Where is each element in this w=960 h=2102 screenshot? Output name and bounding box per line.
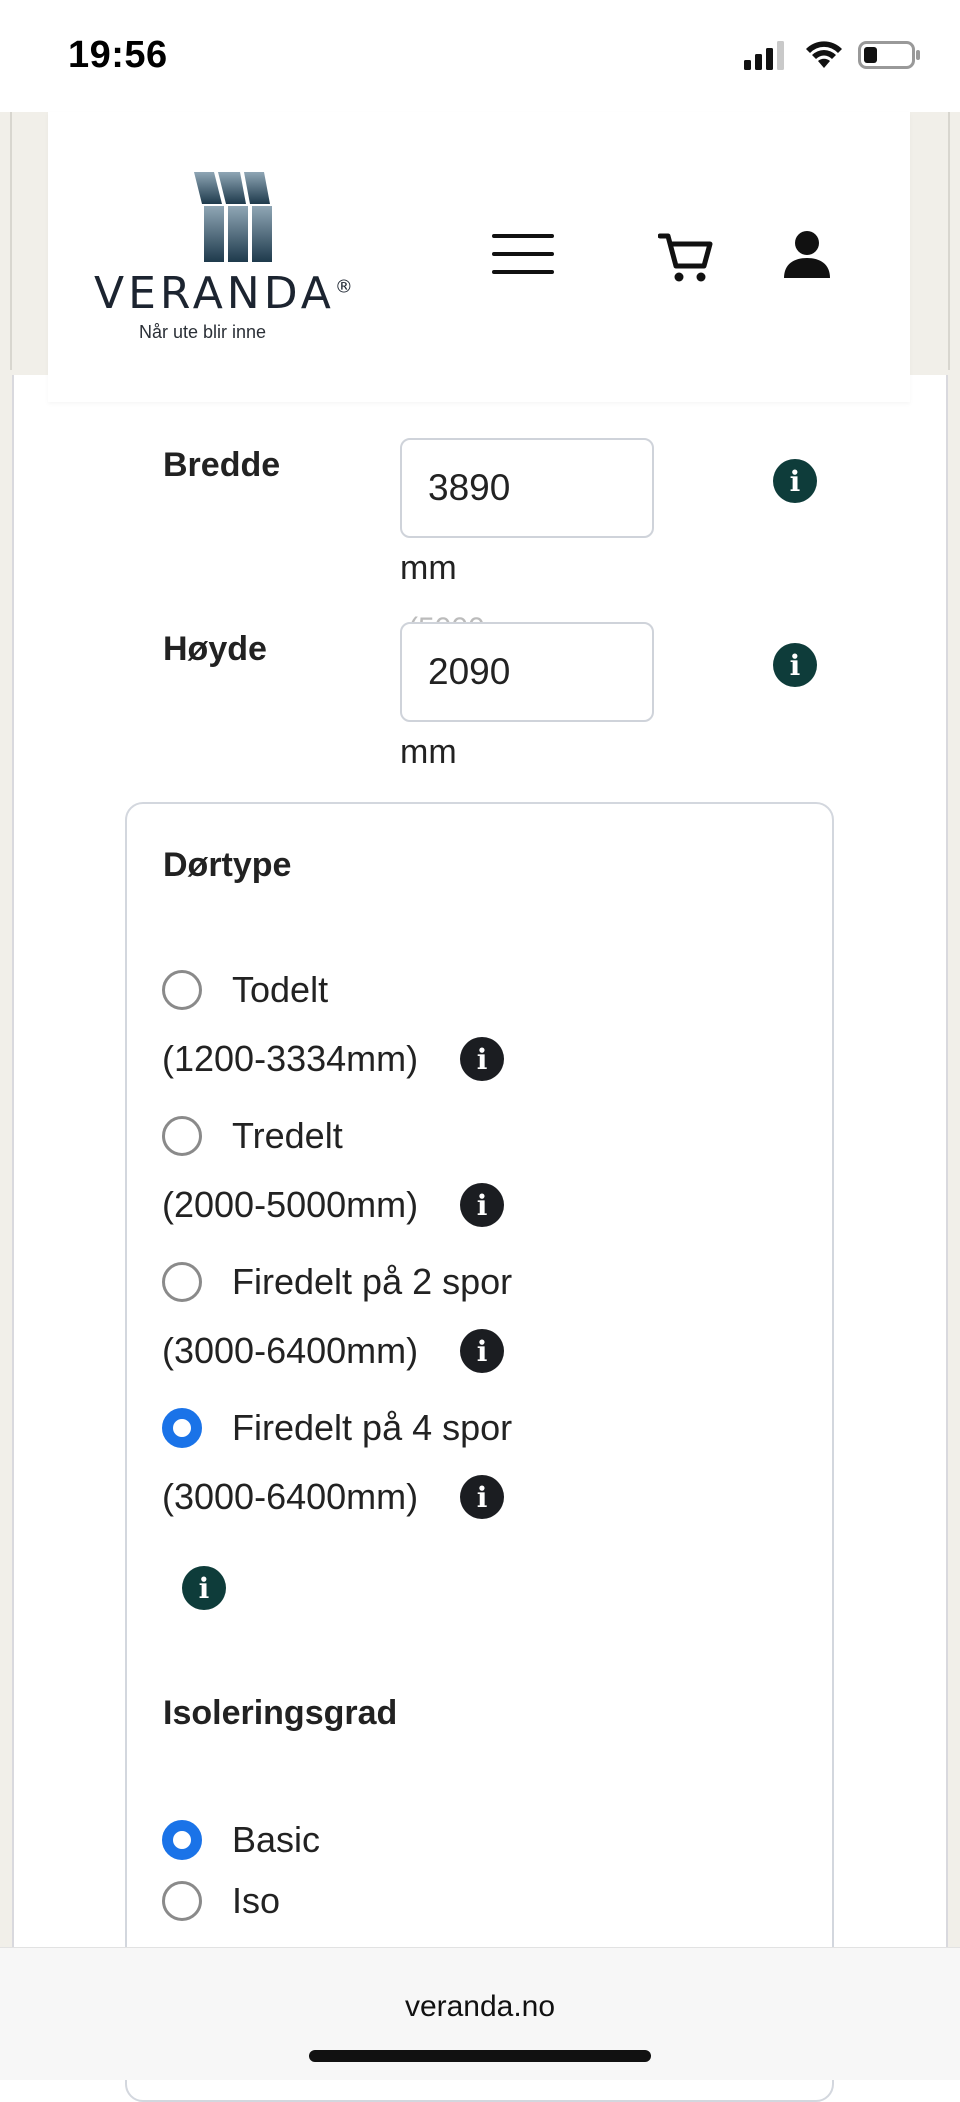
logo-wordmark: VERANDA®	[94, 268, 353, 319]
browser-bottom-bar: veranda.no	[0, 1947, 960, 2080]
radio-button[interactable]	[162, 1262, 202, 1302]
veranda-logo[interactable]: VERANDA® Når ute blir inne	[94, 172, 364, 352]
logo-mark-icon	[194, 172, 272, 262]
logo-tagline: Når ute blir inne	[139, 322, 267, 342]
battery-icon	[858, 41, 920, 69]
radio-button[interactable]	[162, 970, 202, 1010]
hamburger-icon	[492, 234, 554, 238]
option-range: (3000-6400mm)	[162, 1330, 419, 1371]
bredde-unit: mm	[400, 549, 457, 587]
option-range: (2000-5000mm)	[162, 1184, 419, 1225]
signal-icon	[744, 41, 784, 70]
home-indicator[interactable]	[309, 2050, 651, 2062]
tredelt-info-icon[interactable]: i	[460, 1183, 505, 1227]
radio-button[interactable]	[162, 1881, 202, 1921]
bredde-label: Bredde	[163, 446, 281, 484]
account-button[interactable]	[782, 230, 832, 280]
cart-icon	[657, 233, 713, 282]
dortype-option-tredelt[interactable]: Tredelt	[162, 1115, 343, 1157]
firedelt-4-range-row: (3000-6400mm) i	[162, 1475, 505, 1519]
tredelt-range-row: (2000-5000mm) i	[162, 1183, 505, 1227]
option-label: Basic	[232, 1819, 321, 1860]
status-time: 19:56	[68, 34, 168, 76]
hoyde-input[interactable]	[400, 622, 654, 722]
url-bar[interactable]: veranda.no	[0, 1990, 960, 2024]
firedelt-4-info-icon[interactable]: i	[460, 1475, 505, 1519]
todelt-info-icon[interactable]: i	[460, 1037, 505, 1081]
site-header: VERANDA® Når ute blir inne	[48, 112, 910, 402]
option-range: (3000-6400mm)	[162, 1476, 419, 1517]
isoleringsgrad-title: Isoleringsgrad	[163, 1694, 398, 1732]
isolering-option-iso[interactable]: Iso	[162, 1880, 280, 1922]
cart-button[interactable]	[657, 232, 714, 284]
bredde-info-icon[interactable]: i	[773, 459, 817, 503]
firedelt-2-range-row: (3000-6400mm) i	[162, 1329, 505, 1373]
radio-button-selected[interactable]	[162, 1820, 202, 1860]
option-label: Tredelt	[232, 1115, 343, 1156]
user-icon	[784, 231, 830, 278]
bredde-input[interactable]	[400, 438, 654, 538]
radio-button[interactable]	[162, 1116, 202, 1156]
todelt-range-row: (1200-3334mm) i	[162, 1037, 505, 1081]
option-label: Iso	[232, 1880, 281, 1921]
radio-button-selected[interactable]	[162, 1408, 202, 1448]
dortype-title: Dørtype	[163, 846, 292, 884]
menu-button[interactable]	[492, 234, 554, 278]
option-label: Todelt	[232, 969, 329, 1010]
option-label: Firedelt på 4 spor	[232, 1407, 513, 1448]
hoyde-unit: mm	[400, 733, 457, 771]
hoyde-info-icon[interactable]: i	[773, 643, 817, 687]
option-range: (1200-3334mm)	[162, 1038, 419, 1079]
hoyde-label: Høyde	[163, 630, 267, 668]
dortype-option-firedelt-2-spor[interactable]: Firedelt på 2 spor	[162, 1261, 512, 1303]
status-icons	[744, 40, 922, 70]
status-bar: 19:56	[0, 0, 960, 112]
firedelt-2-info-icon[interactable]: i	[460, 1329, 505, 1373]
dortype-option-todelt[interactable]: Todelt	[162, 969, 328, 1011]
dortype-info-icon[interactable]: i	[182, 1566, 226, 1610]
option-label: Firedelt på 2 spor	[232, 1261, 513, 1302]
isolering-option-basic[interactable]: Basic	[162, 1819, 320, 1861]
wifi-icon	[806, 41, 842, 68]
dortype-option-firedelt-4-spor[interactable]: Firedelt på 4 spor	[162, 1407, 512, 1449]
